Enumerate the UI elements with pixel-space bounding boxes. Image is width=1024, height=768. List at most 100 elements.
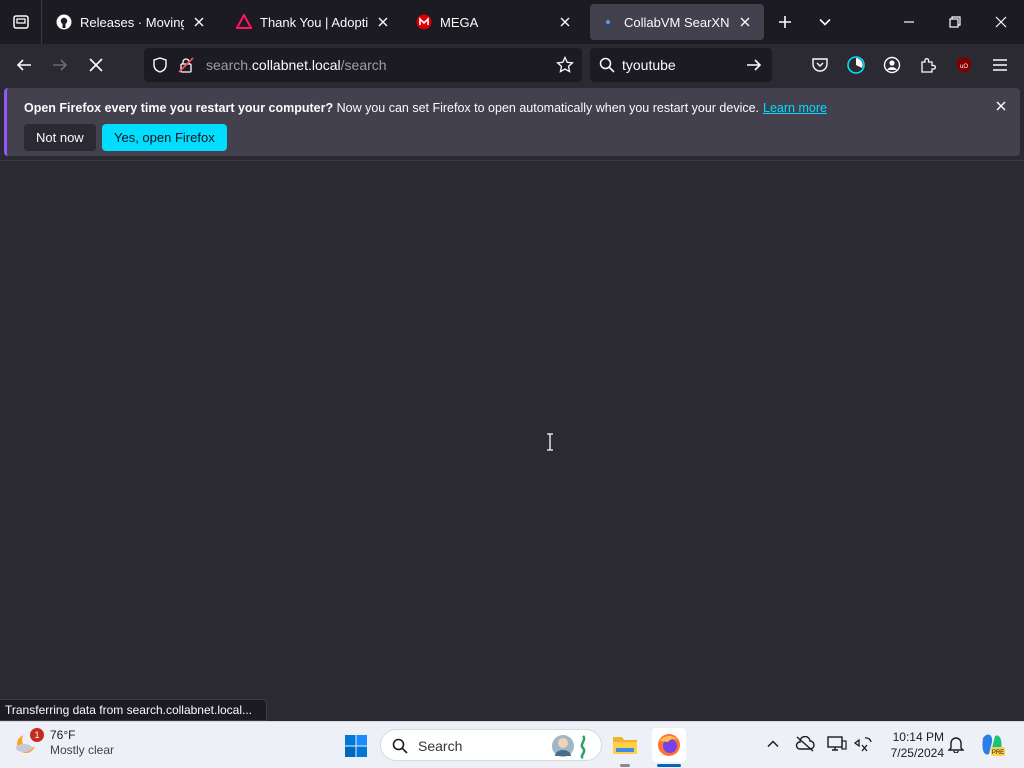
close-icon [995,16,1007,28]
svg-text:PRE: PRE [992,750,1004,756]
clock-time: 10:14 PM [892,730,944,744]
chevron-up-icon [767,740,779,748]
text-cursor-icon [547,433,553,451]
bookmark-star-icon[interactable] [556,55,574,79]
clock[interactable]: 10:14 PM 7/25/2024 [882,729,944,761]
firefox-active-indicator [657,764,681,767]
plus-icon [779,16,791,28]
weather-badge: 1 [30,728,44,742]
notification-message: Open Firefox every time you restart your… [24,101,827,115]
learn-more-link[interactable]: Learn more [763,101,827,115]
notification-text: Now you can set Firefox to open automati… [333,101,760,115]
url-text[interactable]: search.collabnet.local/search [206,57,387,73]
url-bar[interactable]: search.collabnet.local/search [144,48,582,82]
extensions-button[interactable] [912,50,944,80]
close-icon[interactable] [374,13,392,31]
notification-bold-text: Open Firefox every time you restart your… [24,101,334,115]
ublock-button[interactable]: uO [948,50,980,80]
back-button[interactable] [8,50,40,80]
monitor-icon [827,736,847,751]
close-window-button[interactable] [978,0,1024,44]
clock-date: 7/25/2024 [890,746,944,760]
loading-dot-icon [600,14,616,30]
windows-logo-icon [345,735,367,757]
app-menu-button[interactable] [984,50,1016,80]
minimize-button[interactable] [886,0,932,44]
explorer-running-indicator [620,764,630,767]
onedrive-tray-button[interactable] [794,734,816,754]
url-host: collabnet.local [251,57,341,73]
stop-icon [89,58,103,72]
go-arrow-icon[interactable] [746,57,762,78]
search-input[interactable]: tyoutube [622,57,676,73]
file-explorer-button[interactable] [611,731,639,759]
tab-title: MEGA [440,14,479,30]
folder-icon [613,737,637,754]
weather-widget[interactable]: 1 76°F Mostly clear [14,728,114,758]
search-highlight-icon [552,735,586,760]
close-icon[interactable] [190,13,208,31]
tab-title: CollabVM SearXNG [624,14,730,30]
close-icon[interactable] [736,13,754,31]
search-bar[interactable]: tyoutube [590,48,772,82]
firefox-view-button[interactable] [0,0,42,44]
taskbar-search-box[interactable]: Search [380,729,602,761]
close-icon [996,101,1006,111]
pocket-icon [812,58,828,72]
taskbar-search-label: Search [418,738,463,754]
restore-button[interactable] [932,0,978,44]
arrow-left-icon [16,59,31,71]
mega-icon [416,14,432,30]
forward-button[interactable] [44,50,76,80]
network-sound-icon [853,737,872,752]
insecure-lock-icon[interactable] [178,57,194,78]
adoptium-icon [236,14,252,30]
search-icon [599,57,615,78]
navigation-toolbar: search.collabnet.local/search tyoutube u… [0,44,1024,86]
show-hidden-icons-button[interactable] [763,734,783,754]
tab-collabvm-searxng[interactable]: CollabVM SearXNG [590,4,764,40]
display-tray-button[interactable] [826,734,848,754]
new-tab-button[interactable] [770,8,800,36]
status-panel: Transferring data from search.collabnet.… [0,699,268,721]
tab-mega[interactable]: MEGA [406,4,584,40]
arrow-right-icon [53,59,68,71]
tab-title: Thank You | Adoptium [260,14,368,30]
github-icon [56,14,72,30]
firefox-icon [658,734,680,756]
chevron-down-icon [819,18,831,26]
close-notification-button[interactable] [993,98,1009,114]
stop-button[interactable] [80,50,112,80]
cloud-off-icon [795,736,815,752]
tab-adoptium[interactable]: Thank You | Adoptium [226,4,402,40]
hamburger-menu-icon [993,59,1007,71]
account-button[interactable] [876,50,908,80]
page-content[interactable] [0,160,1024,720]
tab-strip: Releases · MovingBlock Thank You | Adopt… [0,0,1024,44]
restore-icon [949,16,961,28]
weather-condition: Mostly clear [50,743,115,757]
not-now-button[interactable]: Not now [24,124,96,151]
tab-releases[interactable]: Releases · MovingBlock [46,4,218,40]
url-path: /search [340,57,387,73]
copilot-button[interactable]: PRE [978,731,1006,759]
start-button[interactable] [342,732,370,760]
puzzle-icon [921,58,936,73]
account-icon [883,56,901,74]
gauge-icon [847,56,865,74]
network-volume-tray-button[interactable] [852,734,874,754]
extension-button[interactable] [840,50,872,80]
windows-taskbar: 1 76°F Mostly clear Search 10:14 PM 7/25… [0,721,1024,768]
yes-open-firefox-button[interactable]: Yes, open Firefox [102,124,227,151]
shield-icon[interactable] [152,57,168,78]
search-icon [392,738,408,754]
list-all-tabs-button[interactable] [810,8,840,36]
close-icon[interactable] [556,13,574,31]
copilot-icon: PRE [982,734,1005,756]
minimize-icon [904,21,914,23]
firefox-taskbar-button[interactable] [652,728,686,762]
firefox-view-icon [12,15,29,29]
pocket-button[interactable] [804,50,836,80]
weather-temp: 76°F [50,728,76,742]
notifications-button[interactable] [946,734,966,754]
